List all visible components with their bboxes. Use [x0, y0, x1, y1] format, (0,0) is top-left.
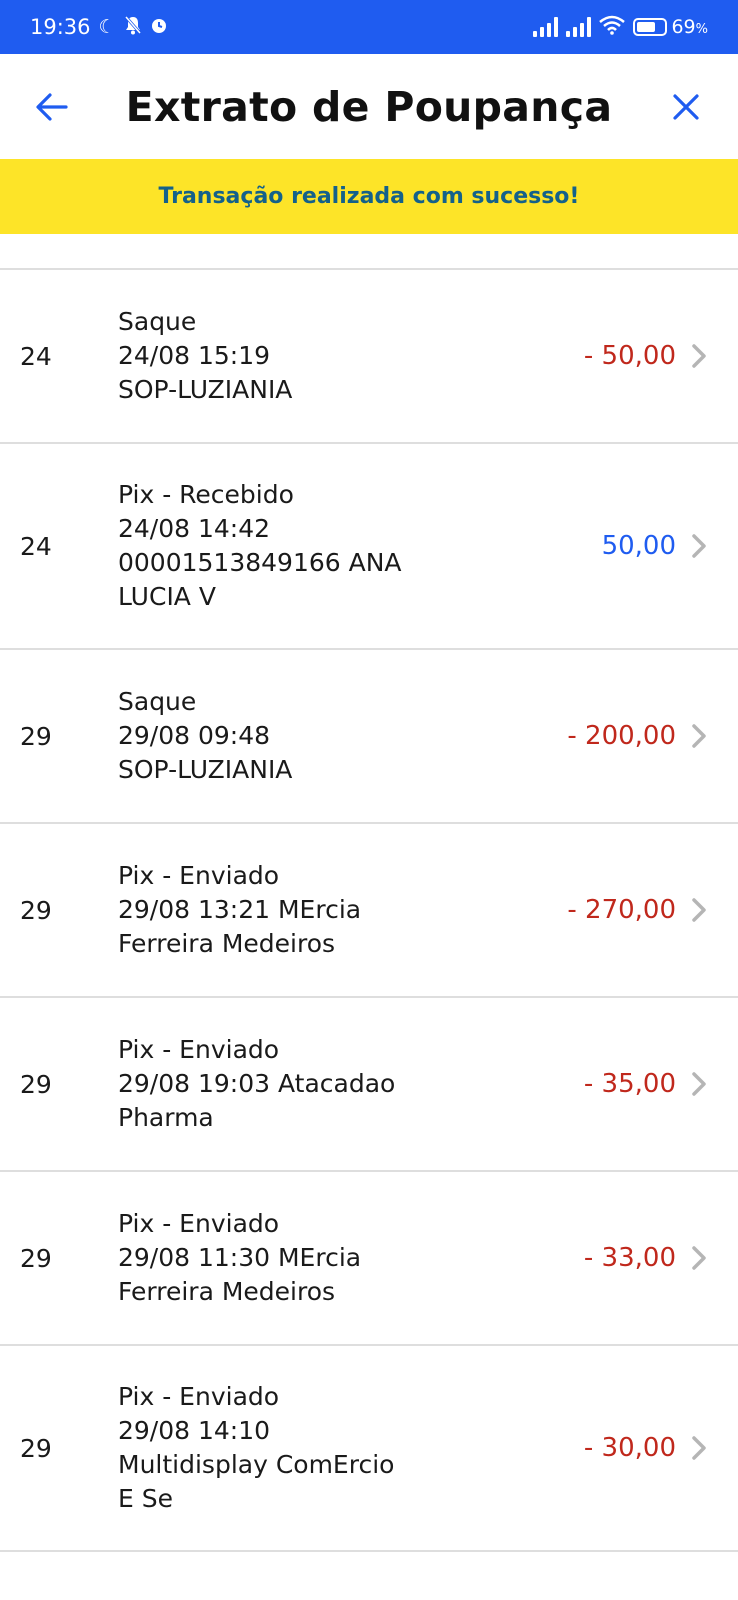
transaction-amount: - 270,00: [567, 895, 676, 925]
chevron-right-icon: [692, 1436, 706, 1460]
close-icon: [673, 93, 699, 120]
moon-icon: ☾: [98, 15, 116, 38]
transaction-description: Pix - Enviado 29/08 13:21 MErcia Ferreira …: [118, 859, 448, 961]
chevron-right-icon: [692, 724, 706, 748]
chevron-right-icon: [692, 534, 706, 558]
transaction-day: 29: [20, 1069, 52, 1099]
chevron-right-icon: [692, 1072, 706, 1096]
transaction-description-line: Ferreira Medeiros: [118, 929, 336, 958]
transaction-description-line: Pix - Enviado: [118, 1035, 280, 1064]
success-banner: Transação realizada com sucesso!: [0, 159, 738, 234]
transaction-description-line: 29/08 13:21 MErcia: [118, 895, 362, 924]
transaction-description-line: LUCIA V: [118, 582, 216, 611]
transaction-description-line: 24/08 15:19: [118, 341, 271, 370]
transaction-row[interactable]: 29 Pix - Enviado 29/08 13:21 MErcia Ferreir…: [0, 824, 738, 998]
wifi-icon: [599, 15, 626, 39]
transaction-row[interactable]: 29 Pix - Enviado 29/08 11:30 MErcia Ferreir…: [0, 1172, 738, 1346]
battery-indicator: 69%: [633, 16, 708, 38]
transaction-amount: - 200,00: [567, 721, 676, 751]
transaction-row[interactable]: 24 Pix - Recebido 24/08 14:42 0000151384916…: [0, 444, 738, 650]
arrow-left-icon: [36, 92, 68, 121]
transaction-description: Pix - Enviado 29/08 11:30 MErcia Ferreira …: [118, 1207, 448, 1309]
transaction-row[interactable]: 29 Pix - Enviado 29/08 19:03 Atacadao Pharm…: [0, 998, 738, 1172]
transaction-row[interactable]: 24 Saque 24/08 15:19 SOP-LUZIANIA - 50,00: [0, 270, 738, 444]
transaction-description: Pix - Recebido 24/08 14:42 00001513849166 …: [118, 478, 448, 614]
transaction-day: 29: [20, 1243, 52, 1273]
transaction-amount: 50,00: [601, 531, 676, 561]
transaction-row[interactable]: 29 Pix - Enviado 29/08 14:10 Multidisplay C…: [0, 1346, 738, 1552]
app-header: Extrato de Poupança: [0, 54, 738, 159]
chevron-right-icon: [692, 898, 706, 922]
transaction-description-line: Ferreira Medeiros: [118, 1277, 336, 1306]
transaction-day: 29: [20, 895, 52, 925]
status-bar: 19:36 ☾ 69%: [0, 0, 738, 54]
battery-icon: [633, 18, 668, 36]
transaction-description-line: 24/08 14:42: [118, 514, 271, 543]
transaction-day: 24: [20, 531, 52, 561]
transaction-description: Saque 24/08 15:19 SOP-LUZIANIA: [118, 305, 448, 407]
transaction-day: 29: [20, 1433, 52, 1463]
transaction-description-line: 29/08 11:30 MErcia: [118, 1243, 362, 1272]
transaction-description-line: SOP-LUZIANIA: [118, 375, 293, 404]
transaction-description-line: Pix - Enviado: [118, 861, 280, 890]
transaction-description: Pix - Enviado 29/08 19:03 Atacadao Pharma: [118, 1033, 448, 1135]
transaction-description-line: E Se: [118, 1484, 173, 1513]
transaction-description-line: 29/08 19:03 Atacadao: [118, 1069, 396, 1098]
chevron-right-icon: [692, 344, 706, 368]
alarm-icon: [150, 16, 168, 38]
success-message: Transação realizada com sucesso!: [158, 184, 580, 209]
transaction-description-line: Pix - Enviado: [118, 1382, 280, 1411]
transaction-amount: - 33,00: [583, 1243, 676, 1273]
signal-1-icon: [533, 17, 559, 37]
battery-percent: 69%: [671, 16, 708, 38]
status-time: 19:36: [30, 15, 91, 39]
transaction-description-line: Multidisplay ComErcio: [118, 1450, 395, 1479]
transaction-amount: - 30,00: [583, 1433, 676, 1463]
transaction-list: 24 Saque 24/08 15:19 SOP-LUZIANIA - 50,00 24 P…: [0, 268, 738, 1552]
bell-muted-icon: [124, 15, 142, 39]
transaction-day: 24: [20, 341, 52, 371]
transaction-description-line: 29/08 14:10: [118, 1416, 271, 1445]
page-title: Extrato de Poupança: [125, 82, 613, 131]
close-button[interactable]: [646, 54, 726, 159]
chevron-right-icon: [692, 1246, 706, 1270]
transaction-description-line: Saque: [118, 687, 197, 716]
transaction-description-line: SOP-LUZIANIA: [118, 755, 293, 784]
status-bar-left: 19:36 ☾: [30, 15, 168, 39]
transaction-day: 29: [20, 721, 52, 751]
transaction-description-line: Pix - Enviado: [118, 1209, 280, 1238]
transaction-description-line: Pharma: [118, 1103, 214, 1132]
transaction-description-line: Saque: [118, 307, 197, 336]
signal-2-icon: [566, 17, 592, 37]
transaction-row[interactable]: 29 Saque 29/08 09:48 SOP-LUZIANIA - 200,00: [0, 650, 738, 824]
transaction-amount: - 35,00: [583, 1069, 676, 1099]
transaction-amount: - 50,00: [583, 341, 676, 371]
transaction-description-line: Pix - Recebido: [118, 480, 294, 509]
transaction-description: Pix - Enviado 29/08 14:10 Multidisplay Com…: [118, 1380, 448, 1516]
transaction-description-line: 00001513849166 ANA: [118, 548, 402, 577]
transaction-description: Saque 29/08 09:48 SOP-LUZIANIA: [118, 685, 448, 787]
status-bar-right: 69%: [533, 15, 708, 39]
transaction-description-line: 29/08 09:48: [118, 721, 271, 750]
back-button[interactable]: [12, 54, 92, 159]
